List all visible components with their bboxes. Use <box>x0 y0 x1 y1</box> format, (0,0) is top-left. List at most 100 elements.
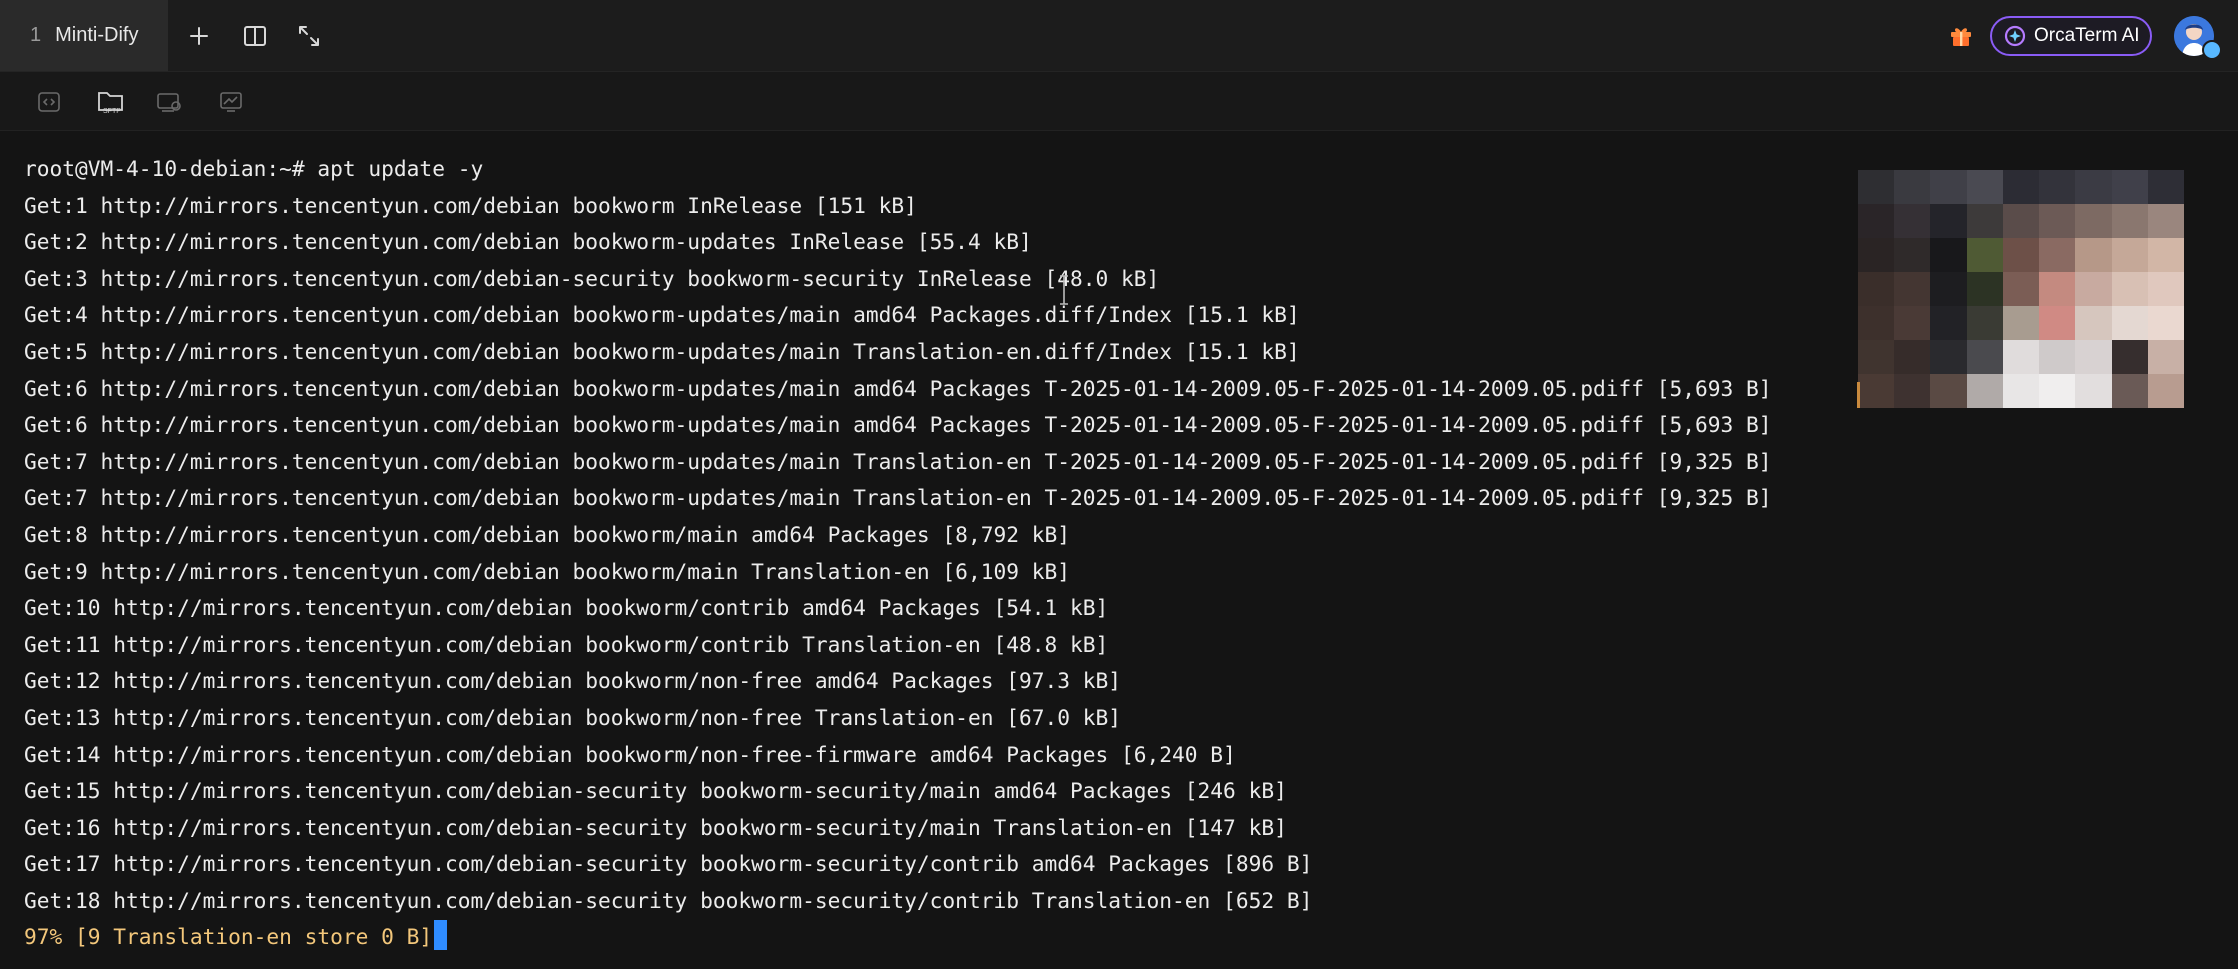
orcaterm-ai-button[interactable]: OrcaTerm AI <box>1990 16 2152 56</box>
plus-icon[interactable] <box>184 21 214 51</box>
thumbnail-pixel <box>2147 306 2184 340</box>
terminal-line: Get:5 http://mirrors.tencentyun.com/debi… <box>24 338 1300 364</box>
thumbnail-pixel <box>2147 340 2184 374</box>
progress-line: 97% [9 Translation-en store 0 B] <box>24 919 1772 956</box>
thumbnail-pixel <box>1858 306 1895 340</box>
code-icon[interactable] <box>34 88 64 116</box>
terminal-line: Get:7 http://mirrors.tencentyun.com/debi… <box>24 485 1772 511</box>
thumbnail-pixel <box>1858 204 1895 238</box>
thumbnail-pixel <box>2147 204 2184 238</box>
thumbnail-pixel <box>1894 340 1931 374</box>
split-view-icon[interactable] <box>240 21 270 51</box>
thumbnail-pixel <box>2111 204 2148 238</box>
thumbnail-pixel <box>2111 272 2148 306</box>
terminal-line: Get:9 http://mirrors.tencentyun.com/debi… <box>24 558 1070 584</box>
terminal-line: Get:14 http://mirrors.tencentyun.com/deb… <box>24 741 1236 767</box>
pixelated-video-thumbnail <box>1858 170 2184 408</box>
thumbnail-pixel <box>2039 204 2076 238</box>
terminal-line: Get:12 http://mirrors.tencentyun.com/deb… <box>24 668 1122 694</box>
title-bar: 1 Minti-Dify OrcaTerm AI <box>0 0 2238 72</box>
thumbnail-pixel <box>2039 238 2076 272</box>
terminal-line: Get:3 http://mirrors.tencentyun.com/debi… <box>24 265 1160 291</box>
thumbnail-pixel <box>2039 272 2076 306</box>
thumbnail-pixel <box>1894 204 1931 238</box>
thumbnail-pixel <box>2075 238 2112 272</box>
thumbnail-pixel <box>2002 170 2040 204</box>
thumbnail-pixel <box>1966 374 2003 408</box>
thumbnail-pixel <box>2002 306 2040 340</box>
thumbnail-pixel <box>2039 374 2076 408</box>
sftp-label: SFTP <box>103 108 121 115</box>
thumbnail-pixel <box>1966 204 2003 238</box>
thumbnail-pixel <box>2002 204 2040 238</box>
screen-record-icon[interactable] <box>154 88 184 116</box>
expand-icon[interactable] <box>294 21 324 51</box>
terminal-cursor <box>434 920 448 951</box>
ibeam-cursor-icon <box>1060 275 1068 305</box>
thumbnail-pixel <box>2147 374 2184 408</box>
thumbnail-pixel <box>2039 340 2076 374</box>
thumbnail-pixel <box>1966 170 2003 204</box>
terminal-line: Get:15 http://mirrors.tencentyun.com/deb… <box>24 778 1287 804</box>
thumbnail-pixel <box>2002 272 2040 306</box>
terminal-line: Get:4 http://mirrors.tencentyun.com/debi… <box>24 302 1300 328</box>
orcaterm-logo-icon <box>2004 25 2026 47</box>
toolbar: SFTP <box>0 72 2238 131</box>
thumbnail-pixel <box>2147 238 2184 272</box>
thumbnail-pixel <box>1894 272 1931 306</box>
thumbnail-pixel <box>2075 204 2112 238</box>
progress-text: 97% [9 Translation-en store 0 B] <box>24 924 433 950</box>
thumbnail-pixel <box>2039 170 2076 204</box>
thumbnail-pixel <box>1894 170 1931 204</box>
terminal-line: Get:1 http://mirrors.tencentyun.com/debi… <box>24 192 917 218</box>
terminal-line: Get:7 http://mirrors.tencentyun.com/debi… <box>24 448 1772 474</box>
thumbnail-pixel <box>2111 374 2148 408</box>
thumbnail-pixel <box>2039 306 2076 340</box>
thumbnail-pixel <box>2147 272 2184 306</box>
thumbnail-pixel <box>1930 272 1967 306</box>
thumbnail-pixel <box>2075 306 2112 340</box>
thumbnail-pixel <box>1858 340 1895 374</box>
thumbnail-pixel <box>2075 374 2112 408</box>
avatar-badge-icon <box>2202 40 2222 60</box>
thumbnail-pixel <box>1858 374 1895 408</box>
thumbnail-pixel <box>2075 340 2112 374</box>
monitor-chart-icon[interactable] <box>216 88 246 116</box>
thumbnail-pixel <box>1966 340 2003 374</box>
terminal-prompt: root@VM-4-10-debian:~# apt update -y <box>24 156 484 181</box>
thumbnail-pixel <box>1966 272 2003 306</box>
terminal-line: Get:16 http://mirrors.tencentyun.com/deb… <box>24 814 1287 840</box>
thumbnail-pixel <box>1930 204 1967 238</box>
thumbnail-pixel <box>1930 306 1967 340</box>
terminal-line: Get:18 http://mirrors.tencentyun.com/deb… <box>24 887 1313 913</box>
tab-minti-dify[interactable]: 1 Minti-Dify <box>0 0 168 71</box>
terminal-line: Get:11 http://mirrors.tencentyun.com/deb… <box>24 631 1109 657</box>
thumbnail-pixel <box>1894 374 1931 408</box>
terminal-output[interactable]: root@VM-4-10-debian:~# apt update -y Get… <box>0 131 2238 969</box>
thumbnail-pixel <box>1930 238 1967 272</box>
gift-icon[interactable] <box>1946 21 1976 51</box>
terminal-line: Get:17 http://mirrors.tencentyun.com/deb… <box>24 851 1313 877</box>
terminal-line: Get:10 http://mirrors.tencentyun.com/deb… <box>24 595 1109 621</box>
thumbnail-pixel <box>2002 238 2040 272</box>
terminal-line: Get:8 http://mirrors.tencentyun.com/debi… <box>24 521 1070 547</box>
terminal-line: Get:13 http://mirrors.tencentyun.com/deb… <box>24 704 1122 730</box>
thumbnail-pixel <box>2075 170 2112 204</box>
thumbnail-pixel <box>2075 272 2112 306</box>
thumbnail-pixel <box>1858 238 1895 272</box>
terminal-line: Get:2 http://mirrors.tencentyun.com/debi… <box>24 229 1032 255</box>
tab-index: 1 <box>30 24 42 46</box>
thumbnail-pixel <box>2002 340 2040 374</box>
thumbnail-pixel <box>1930 340 1967 374</box>
sftp-folder-icon[interactable]: SFTP <box>94 88 128 116</box>
thumbnail-pixel <box>1930 374 1967 408</box>
thumbnail-pixel <box>1966 306 2003 340</box>
thumbnail-pixel <box>2147 170 2184 204</box>
thumbnail-pixel <box>1966 238 2003 272</box>
thumbnail-pixel <box>1930 170 1967 204</box>
thumbnail-pixel <box>1858 272 1895 306</box>
terminal-lines: root@VM-4-10-debian:~# apt update -y Get… <box>24 151 1772 956</box>
thumbnail-pixel <box>2002 374 2040 408</box>
thumbnail-pixel <box>1858 170 1895 204</box>
orcaterm-window: 1 Minti-Dify OrcaTerm AI SFTP root@VM-4-… <box>0 0 2238 969</box>
